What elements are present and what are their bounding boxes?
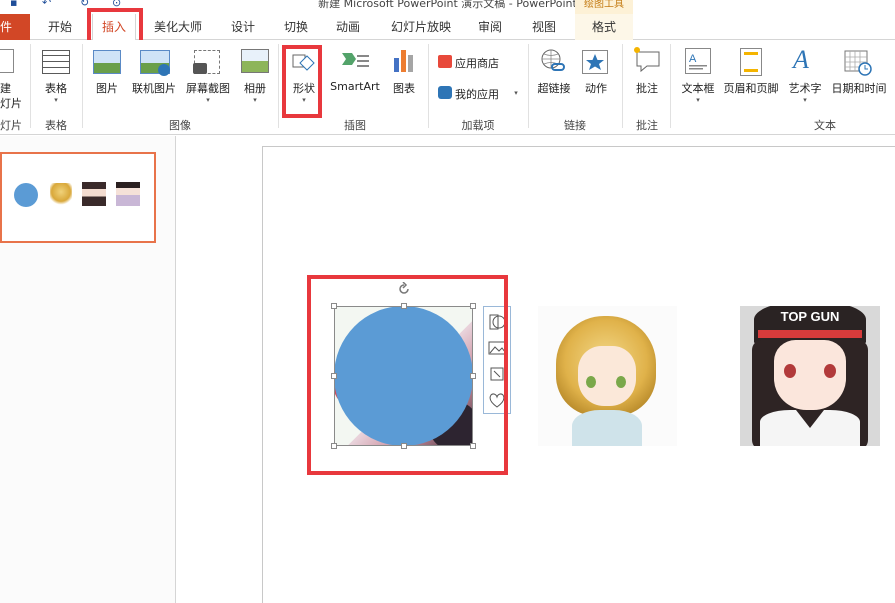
album-dropdown-arrow[interactable]: ▾ [238, 96, 272, 104]
tab-file[interactable]: 件 [0, 14, 30, 40]
datetime-button[interactable]: 日期和时间 [826, 80, 892, 96]
thumb-image-girl [116, 182, 140, 206]
table-dropdown-arrow[interactable]: ▾ [36, 96, 76, 104]
tab-review[interactable]: 审阅 [470, 14, 510, 40]
smartart-icon [340, 49, 370, 73]
wordart-icon: A [790, 44, 816, 74]
my-apps-icon [438, 86, 452, 99]
group-separator [528, 44, 529, 128]
group-label-comments: 批注 [636, 119, 658, 132]
group-label-text: 文本 [814, 119, 836, 132]
tab-meihua[interactable]: 美化大师 [148, 14, 208, 40]
group-label-links: 链接 [564, 119, 586, 132]
album-icon [241, 49, 269, 73]
header-footer-icon [740, 48, 762, 76]
group-label-tables: 表格 [45, 119, 67, 132]
camera-icon [193, 63, 207, 74]
app-store-button[interactable]: 应用商店 [455, 55, 511, 71]
action-button[interactable]: 动作 [578, 80, 614, 96]
wordart-button[interactable]: 艺术字 [784, 80, 826, 96]
group-separator [278, 44, 279, 128]
album-button[interactable]: 相册 [238, 80, 272, 96]
textbox-button[interactable]: 文本框 [678, 80, 718, 96]
screenshot-button[interactable]: 屏幕截图 [180, 80, 236, 96]
tab-design[interactable]: 设计 [224, 14, 262, 40]
tab-slideshow[interactable]: 幻灯片放映 [384, 14, 458, 40]
drawing-tools-label: 绘图工具 [575, 0, 633, 14]
my-apps-button[interactable]: 我的应用 [455, 86, 505, 102]
tab-home[interactable]: 开始 [40, 14, 80, 40]
tab-view[interactable]: 视图 [524, 14, 564, 40]
table-icon [42, 50, 70, 74]
tab-transitions[interactable]: 切换 [276, 14, 316, 40]
thumb-image-cap [82, 182, 106, 206]
textbox-dropdown-arrow[interactable]: ▾ [678, 96, 718, 104]
group-separator [428, 44, 429, 128]
highlight-circle-shape [307, 275, 508, 475]
picture-button[interactable]: 图片 [88, 80, 126, 96]
new-slide-icon [0, 49, 14, 73]
thumb-circle-shape [14, 183, 38, 207]
globe-icon [158, 64, 170, 76]
hyperlink-icon [540, 48, 566, 74]
table-button[interactable]: 表格 [36, 80, 76, 96]
thumb-image-blonde [50, 183, 72, 205]
new-slide-button-line2[interactable]: 灯片 [0, 95, 22, 111]
group-separator [622, 44, 623, 128]
slide-thumbnail-1[interactable] [0, 152, 156, 243]
action-icon [582, 50, 608, 74]
group-label-illustrations: 插图 [344, 119, 366, 132]
group-separator [670, 44, 671, 128]
online-picture-button[interactable]: 联机图片 [128, 80, 180, 96]
highlight-shapes-button [282, 45, 322, 118]
image-girl-cap[interactable]: TOP GUN [740, 306, 880, 446]
new-slide-button[interactable]: 建 [0, 80, 16, 96]
store-icon [438, 55, 452, 68]
svg-text:A: A [689, 53, 697, 65]
smartart-button[interactable]: SmartArt [326, 80, 384, 93]
group-label-images: 图像 [169, 119, 191, 132]
hyperlink-button[interactable]: 超链接 [532, 80, 576, 96]
comment-icon [633, 46, 661, 74]
my-apps-dropdown-arrow[interactable]: ▾ [510, 89, 522, 97]
comment-button[interactable]: 批注 [630, 80, 664, 96]
header-footer-button[interactable]: 页眉和页脚 [718, 80, 784, 96]
tab-format[interactable]: 格式 [575, 14, 633, 40]
group-label-addins: 加载项 [461, 119, 495, 132]
picture-icon [93, 50, 121, 74]
screenshot-dropdown-arrow[interactable]: ▾ [180, 96, 236, 104]
group-label-slides: 灯片 [0, 119, 22, 132]
image-blonde-girl[interactable] [538, 306, 677, 446]
textbox-icon: A [685, 48, 711, 74]
wordart-dropdown-arrow[interactable]: ▾ [784, 96, 826, 104]
tab-animations[interactable]: 动画 [328, 14, 368, 40]
chart-icon [392, 48, 416, 74]
group-separator [82, 44, 83, 128]
svg-text:A: A [791, 45, 809, 74]
group-separator [30, 44, 31, 128]
datetime-icon [844, 48, 872, 76]
chart-button[interactable]: 图表 [386, 80, 422, 96]
cap-text: TOP GUN [780, 309, 840, 324]
